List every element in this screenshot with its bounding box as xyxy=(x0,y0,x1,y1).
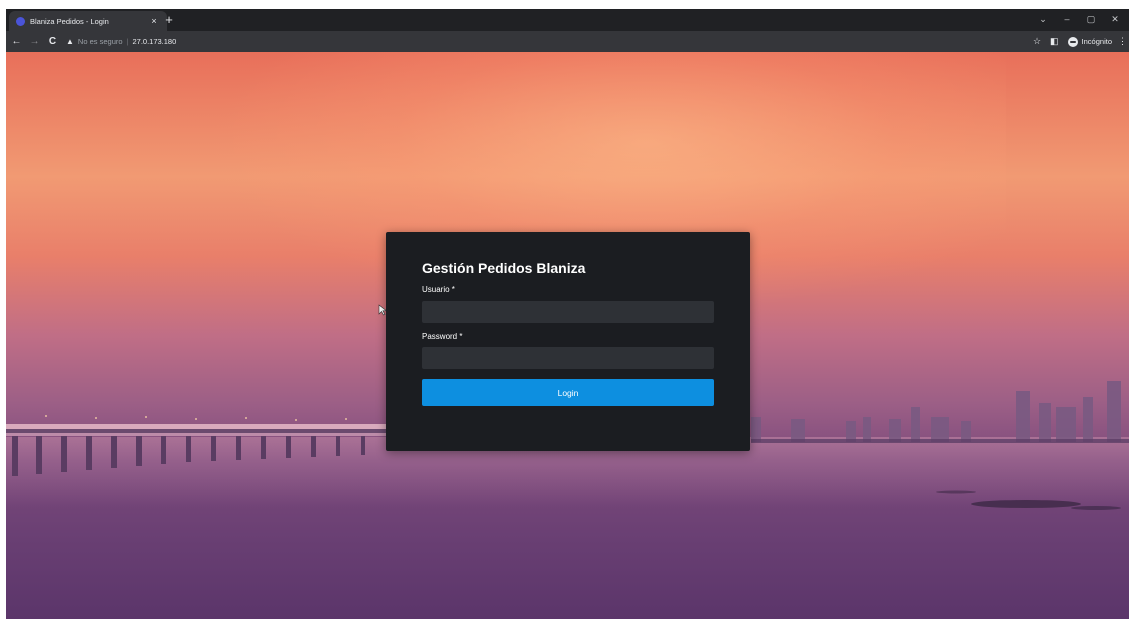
window-controls: ⌄ – ▢ ✕ xyxy=(1031,11,1127,27)
new-tab-icon[interactable]: + xyxy=(161,12,177,28)
rocks-illustration xyxy=(936,490,1121,510)
password-input[interactable] xyxy=(422,347,714,369)
browser-menu-icon[interactable]: ⋮ xyxy=(1118,36,1127,47)
tab-close-icon[interactable]: × xyxy=(147,16,161,26)
login-button[interactable]: Login xyxy=(422,379,714,406)
globe-icon xyxy=(16,16,25,26)
browser-chrome: Blaniza Pedidos - Login × + ⌄ – ▢ ✕ ← → … xyxy=(6,9,1129,52)
password-label: Password * xyxy=(422,332,463,341)
bridge-illustration xyxy=(6,415,396,476)
incognito-label[interactable]: Incógnito xyxy=(1082,37,1112,46)
back-icon[interactable]: ← xyxy=(9,34,24,49)
bookmark-star-icon[interactable]: ☆ xyxy=(1033,36,1041,47)
login-card: Gestión Pedidos Blaniza Usuario * Passwo… xyxy=(386,232,750,451)
reload-icon[interactable]: C xyxy=(45,34,60,49)
minimize-icon[interactable]: – xyxy=(1055,11,1079,27)
side-panel-icon[interactable]: ◧ xyxy=(1050,36,1059,47)
page-viewport: Gestión Pedidos Blaniza Usuario * Passwo… xyxy=(6,52,1129,619)
tab-strip: Blaniza Pedidos - Login × + ⌄ – ▢ ✕ xyxy=(6,9,1129,31)
address-bar[interactable]: ▲ No es seguro | 27.0.173.180 xyxy=(66,34,176,49)
username-input[interactable] xyxy=(422,301,714,323)
toolbar-right: ☆ ◧ Incógnito ⋮ xyxy=(1033,31,1129,52)
tab-title: Blaniza Pedidos - Login xyxy=(30,16,109,26)
tab-blaniza-login[interactable]: Blaniza Pedidos - Login × xyxy=(9,11,167,31)
address-separator: | xyxy=(126,37,129,46)
username-label: Usuario * xyxy=(422,285,455,294)
url-text[interactable]: 27.0.173.180 xyxy=(132,37,176,46)
login-title: Gestión Pedidos Blaniza xyxy=(422,260,586,276)
security-status-text: No es seguro xyxy=(77,37,123,46)
tab-search-icon[interactable]: ⌄ xyxy=(1031,11,1055,27)
maximize-icon[interactable]: ▢ xyxy=(1079,11,1103,27)
close-window-icon[interactable]: ✕ xyxy=(1103,11,1127,27)
incognito-icon xyxy=(1067,36,1078,47)
browser-toolbar: ← → C ▲ No es seguro | 27.0.173.180 ☆ ◧ … xyxy=(6,31,1129,52)
forward-icon[interactable]: → xyxy=(27,34,42,49)
screen: Blaniza Pedidos - Login × + ⌄ – ▢ ✕ ← → … xyxy=(0,0,1129,619)
city-skyline-illustration xyxy=(751,381,1129,443)
warning-icon[interactable]: ▲ xyxy=(66,37,74,46)
